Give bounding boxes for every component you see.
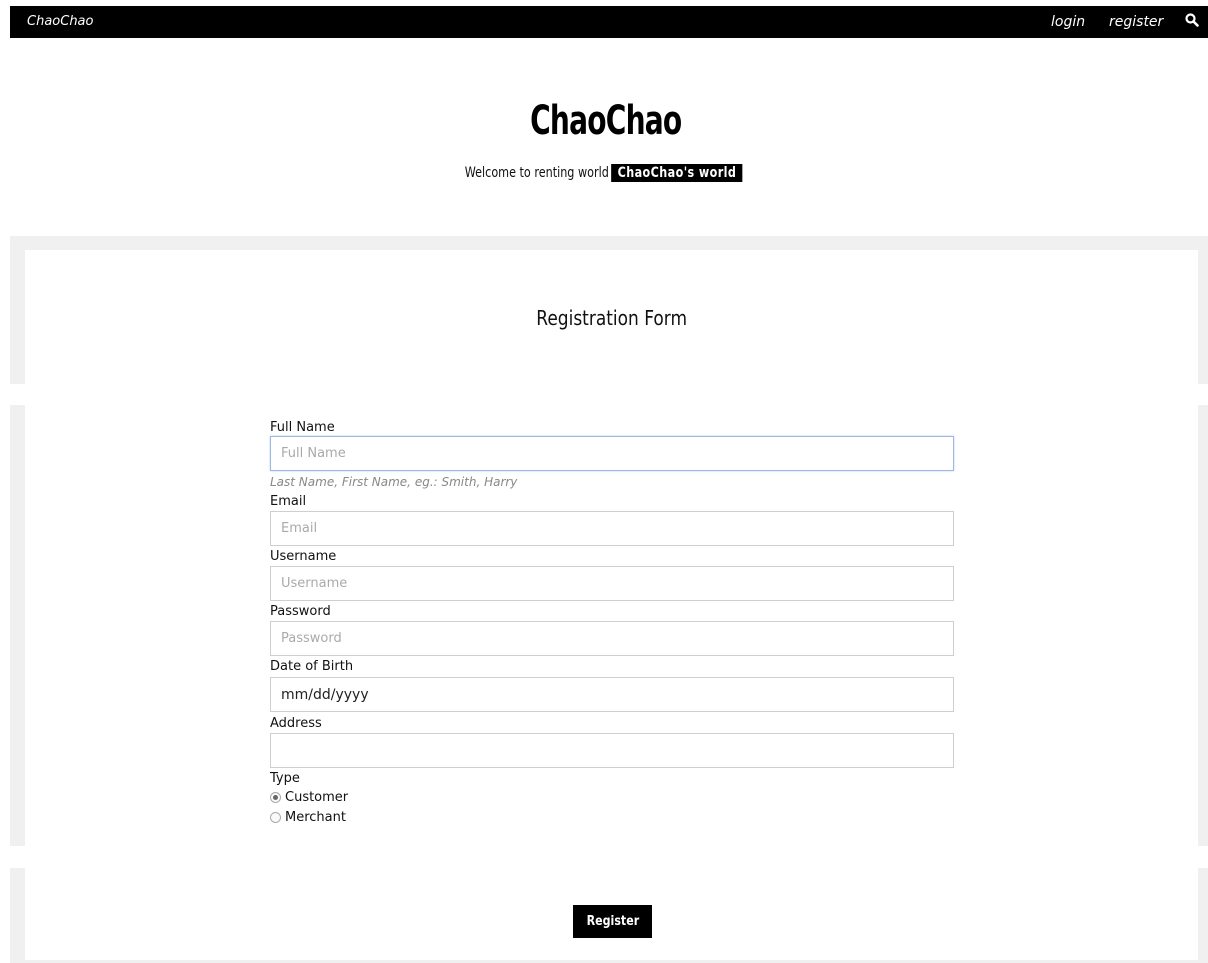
login-link[interactable]: login — [1051, 14, 1085, 30]
top-nav-bar: ChaoChao login register — [10, 6, 1208, 38]
full-name-label: Full Name — [270, 420, 335, 435]
username-label: Username — [270, 549, 337, 564]
email-label: Email — [270, 494, 307, 509]
full-name-help: Last Name, First Name, eg.: Smith, Harry — [270, 475, 518, 489]
tagline-highlight: ChaoChao's world — [611, 164, 743, 182]
password-label: Password — [270, 604, 331, 619]
customer-radio[interactable] — [270, 792, 281, 803]
dob-input[interactable]: mm/dd/yyyy — [270, 677, 954, 712]
form-title-card: Registration Form — [25, 250, 1198, 384]
type-option-customer[interactable]: Customer — [270, 790, 348, 805]
site-title: ChaoChao — [530, 98, 682, 144]
merchant-radio[interactable] — [270, 812, 281, 823]
email-input[interactable] — [270, 511, 954, 546]
username-input[interactable] — [270, 566, 954, 601]
search-icon[interactable] — [1185, 13, 1199, 27]
customer-radio-label: Customer — [285, 790, 349, 805]
address-input[interactable] — [270, 733, 954, 768]
type-label: Type — [270, 771, 300, 786]
form-title: Registration Form — [536, 306, 687, 330]
tagline-text: Welcome to renting world — [465, 165, 610, 181]
brand-link[interactable]: ChaoChao — [27, 14, 93, 29]
register-button[interactable]: Register — [573, 905, 652, 938]
address-label: Address — [270, 716, 322, 731]
form-title-panel: Registration Form — [10, 236, 1208, 384]
merchant-radio-label: Merchant — [285, 810, 346, 825]
password-input[interactable] — [270, 621, 954, 656]
register-link[interactable]: register — [1109, 14, 1163, 30]
dob-label: Date of Birth — [270, 659, 354, 674]
tagline: Welcome to renting world ChaoChao's worl… — [0, 164, 1208, 182]
type-option-merchant[interactable]: Merchant — [270, 810, 346, 825]
full-name-input[interactable] — [270, 436, 954, 471]
